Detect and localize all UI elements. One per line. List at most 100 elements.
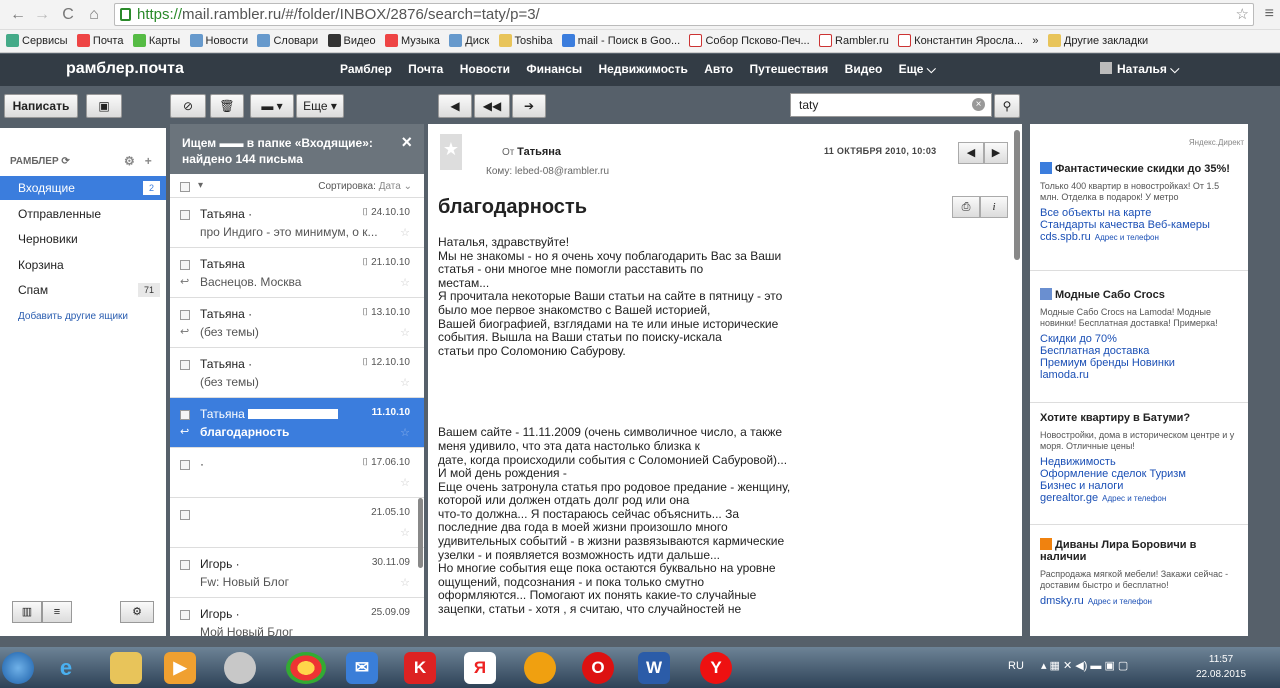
ad-block[interactable]: Модные Сабо Crocs Модные Сабо Crocs на L… [1040,288,1240,381]
list-item[interactable]: Игорь · 25.09.09 Мой Новый Блог [170,598,424,636]
ad-link[interactable]: Премиум бренды Новинки [1040,357,1240,369]
nav-mail[interactable]: Почта [408,62,443,76]
list-item[interactable]: Татьяна ⌷ 21.10.10 ↩ Васнецов. Москва ☆ [170,248,424,298]
ad-address-link[interactable]: Адрес и телефон [1095,233,1159,242]
clear-search-icon[interactable]: × [972,98,985,111]
list-item[interactable]: Татьяна · ⌷ 12.10.10 (без темы) ☆ [170,348,424,398]
compose-button[interactable]: Написать [4,94,78,118]
bookmark-music[interactable]: Музыка [385,30,440,52]
view-columns-button[interactable]: ▥ [12,601,42,623]
ad-block[interactable]: Диваны Лира Боровичи в наличии Распродаж… [1040,538,1240,608]
next-message-button[interactable]: ▶ [984,142,1008,164]
print-button[interactable]: ⎙ [952,196,980,218]
nav-more[interactable]: Еще ⌵ [899,62,936,76]
list-item-selected[interactable]: Татьяна 11.10.10 ↩ благодарность ☆ [170,398,424,448]
nav-news[interactable]: Новости [460,62,510,76]
ad-link[interactable]: Бесплатная доставка [1040,345,1240,357]
message-checkbox[interactable] [180,560,190,570]
message-checkbox[interactable] [180,410,190,420]
browser-menu-icon[interactable]: ≡ [1265,5,1274,23]
ie-icon[interactable]: e [50,652,82,684]
select-menu-icon[interactable]: ▾ [198,180,203,191]
yandex-browser-icon[interactable]: Y [700,652,732,684]
add-folder-icon[interactable]: + [145,154,152,168]
message-checkbox[interactable] [180,510,190,520]
forward-button[interactable]: ➔ [512,94,546,118]
ad-domain[interactable]: gerealtor.ge [1040,492,1098,504]
bookmark-other[interactable]: Другие закладки [1047,30,1148,52]
folder-drafts[interactable]: Черновики [0,227,166,251]
bookmark-konstantin[interactable]: Константин Яросла... [898,30,1023,52]
list-item[interactable]: Татьяна · ⌷ 24.10.10 про Индиго - это ми… [170,198,424,248]
ad-domain[interactable]: dmsky.ru [1040,595,1084,607]
address-bar[interactable]: https://mail.rambler.ru/#/folder/INBOX/2… [114,3,1254,26]
message-scrollbar[interactable] [1014,130,1020,260]
nav-auto[interactable]: Авто [704,62,733,76]
clock[interactable]: 11:57 22.08.2015 [1196,652,1246,682]
explorer-icon[interactable] [110,652,142,684]
view-list-button[interactable]: ≡ [42,601,72,623]
ad-link[interactable]: Все объекты на карте [1040,207,1240,219]
message-checkbox[interactable] [180,310,190,320]
list-scrollbar[interactable] [418,498,423,568]
bookmark-services[interactable]: Сервисы [6,30,68,52]
ad-address-link[interactable]: Адрес и телефон [1088,597,1152,606]
gear-icon[interactable]: ⚙ [124,154,135,168]
bookmark-news[interactable]: Новости [189,30,248,52]
ad-block[interactable]: Фантастические скидки до 35%! Только 400… [1040,162,1240,244]
select-all-checkbox[interactable] [180,182,190,192]
reply-all-button[interactable]: ◀◀ [474,94,510,118]
bookmark-sobor[interactable]: Собор Псково-Печ... [689,30,810,52]
kaspersky-icon[interactable]: K [404,652,436,684]
opera-icon[interactable]: O [582,652,614,684]
ad-link[interactable]: Скидки до 70% [1040,333,1240,345]
tray-icons[interactable]: ▴ ▦ ✕ ◀) ▬ ▣ ▢ [1041,660,1128,672]
star-icon[interactable]: ☆ [400,276,410,289]
prev-message-button[interactable]: ◀ [958,142,984,164]
flag-star-icon[interactable]: ★ [440,134,462,170]
info-button[interactable]: i [980,196,1008,218]
nav-video[interactable]: Видео [845,62,883,76]
bookmark-rambler[interactable]: Rambler.ru [819,30,889,52]
bookmarks-overflow[interactable]: » [1032,30,1038,52]
app-circle-icon[interactable] [224,652,256,684]
star-icon[interactable]: ☆ [400,226,410,239]
reload-icon[interactable]: C [58,5,78,25]
folder-sent[interactable]: Отправленные [0,202,166,226]
star-icon[interactable]: ☆ [400,426,410,439]
sort-control[interactable]: Сортировка: Дата ⌄ [318,181,412,192]
message-checkbox[interactable] [180,360,190,370]
list-item[interactable]: Татьяна · ⌷ 13.10.10 ↩ (без темы) ☆ [170,298,424,348]
chrome-icon[interactable] [286,652,326,684]
mailbox-name[interactable]: РАМБЛЕР ⟳ [10,156,70,167]
search-button[interactable]: ⚲ [994,94,1020,118]
star-icon[interactable]: ☆ [400,376,410,389]
ad-domain[interactable]: lamoda.ru [1040,369,1240,381]
nav-realty[interactable]: Недвижимость [598,62,687,76]
bookmark-mail[interactable]: Почта [76,30,123,52]
word-icon[interactable]: W [638,652,670,684]
delete-button[interactable]: 🗑 [210,94,244,118]
search-input[interactable]: taty × [790,93,992,117]
bookmark-video[interactable]: Видео [327,30,376,52]
home-icon[interactable]: ⌂ [84,5,104,25]
ad-address-link[interactable]: Адрес и телефон [1102,494,1166,503]
media-player-icon[interactable]: ▶ [164,652,196,684]
back-icon[interactable]: ← [8,5,28,25]
contacts-button[interactable]: ▣ [86,94,122,118]
folder-inbox[interactable]: Входящие 2 [0,176,166,200]
star-icon[interactable]: ☆ [400,476,410,489]
ad-link[interactable]: Стандарты качества Веб-камеры [1040,219,1240,231]
bookmark-maps[interactable]: Карты [132,30,180,52]
ad-link[interactable]: Бизнес и налоги [1040,480,1240,492]
spam-button[interactable]: ⊘ [170,94,206,118]
language-indicator[interactable]: RU [1008,660,1024,672]
bookmark-google[interactable]: mail - Поиск в Goo... [561,30,680,52]
message-checkbox[interactable] [180,610,190,620]
more-actions-button[interactable]: Еще ▾ [296,94,344,118]
star-icon[interactable]: ☆ [400,576,410,589]
bookmark-star-icon[interactable]: ☆ [1236,4,1249,25]
star-icon[interactable]: ☆ [400,526,410,539]
mail-app-icon[interactable]: ✉ [346,652,378,684]
ads-label[interactable]: Яндекс.Директ [1189,138,1244,147]
